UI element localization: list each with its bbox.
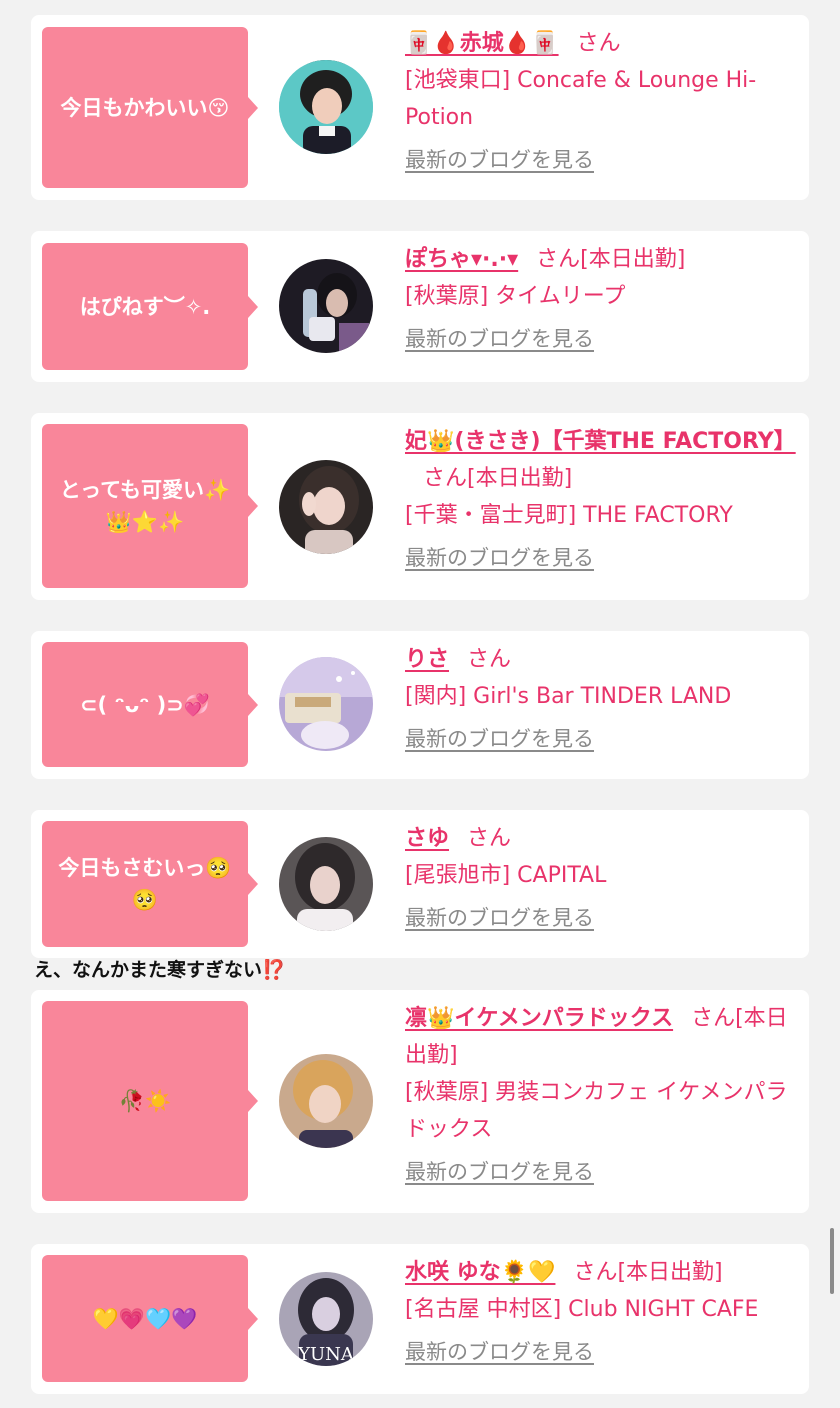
comment-bubble: ⊂( ᵔᴗᵔ )⊃💞 xyxy=(42,642,258,767)
shop-name: [秋葉原] タイムリープ xyxy=(405,284,626,309)
cast-name-link[interactable]: 🀄🩸赤城🩸🀄 xyxy=(405,31,559,56)
cast-honorific: さん xyxy=(576,31,621,56)
cast-info: りさ さん [関内] Girl's Bar TINDER LAND 最新のブログを… xyxy=(405,641,797,758)
cast-card: 💛💗🩵💜 YUNA 水咲 ゆな🌻💛 さん[本日出勤] [名古屋 中村区] Club… xyxy=(31,1244,809,1394)
photo-placeholder: YUNA xyxy=(279,1272,373,1366)
avatar[interactable]: YUNA xyxy=(279,1272,373,1366)
avatar[interactable] xyxy=(279,259,373,353)
cast-name-link[interactable]: 凛👑イケメンパラドックス xyxy=(405,1006,673,1031)
comment-text: 🥀☀️ xyxy=(118,1089,172,1113)
cast-card: 今日もさむいっ🥺🥺 さゆ さん [尾張旭市] CAPITAL 最新のブログを見る xyxy=(31,810,809,958)
photo-placeholder xyxy=(279,60,373,154)
blog-link[interactable]: 最新のブログを見る xyxy=(405,900,797,937)
blog-link[interactable]: 最新のブログを見る xyxy=(405,1334,797,1371)
cast-card: 今日もかわいい😚 🀄🩸赤城🩸🀄 さん [池袋東口] Concafe & Loung… xyxy=(31,15,809,200)
comment-text: ⊂( ᵔᴗᵔ )⊃💞 xyxy=(79,692,211,717)
comment-text: 今日もかわいい😚 xyxy=(60,95,230,120)
cast-card: ⊂( ᵔᴗᵔ )⊃💞 りさ さん [関内] Girl's Bar TINDER L… xyxy=(31,631,809,779)
cast-info: 水咲 ゆな🌻💛 さん[本日出勤] [名古屋 中村区] Club NIGHT CAF… xyxy=(405,1254,797,1371)
comment-text: はぴねす︶✧. xyxy=(79,294,211,319)
avatar[interactable] xyxy=(279,657,373,751)
comment-bubble: 今日もかわいい😚 xyxy=(42,27,258,188)
cast-name-link[interactable]: 妃👑(きさき)【千葉THE FACTORY】 xyxy=(405,429,796,454)
photo-placeholder xyxy=(279,837,373,931)
photo-placeholder xyxy=(279,259,373,353)
blog-link[interactable]: 最新のブログを見る xyxy=(405,721,797,758)
shop-name: [名古屋 中村区] Club NIGHT CAFE xyxy=(405,1297,759,1322)
cast-name-link[interactable]: りさ xyxy=(405,647,449,672)
overflow-comment-text: え、なんかまた寒すぎない⁉️ xyxy=(34,959,286,981)
cast-honorific: さん xyxy=(467,647,512,672)
cast-info: 凛👑イケメンパラドックス さん[本日出勤] [秋葉原] 男装コンカフェ イケメンパ… xyxy=(405,1000,797,1191)
shop-name: [関内] Girl's Bar TINDER LAND xyxy=(405,684,732,709)
avatar[interactable] xyxy=(279,1054,373,1148)
comment-bubble: 🥀☀️ xyxy=(42,1001,258,1201)
cast-honorific: さん[本日出勤] xyxy=(536,247,686,272)
cast-card: とっても可愛い✨👑⭐✨ 妃👑(きさき)【千葉THE FACTORY】さん[本日出… xyxy=(31,413,809,600)
cast-honorific: さん[本日出勤] xyxy=(573,1260,723,1285)
comment-bubble: とっても可愛い✨👑⭐✨ xyxy=(42,424,258,588)
scrollbar-thumb[interactable] xyxy=(830,1228,834,1294)
blog-link[interactable]: 最新のブログを見る xyxy=(405,1154,797,1191)
shop-name: [千葉・富士見町] THE FACTORY xyxy=(405,503,733,528)
shop-name: [池袋東口] Concafe & Lounge Hi-Potion xyxy=(405,68,757,130)
avatar[interactable] xyxy=(279,837,373,931)
photo-placeholder xyxy=(279,1054,373,1148)
cast-honorific: さん[本日出勤] xyxy=(423,466,573,491)
cast-name-link[interactable]: さゆ xyxy=(405,826,449,851)
shop-name: [尾張旭市] CAPITAL xyxy=(405,863,607,888)
cast-card: はぴねす︶✧. ぽちゃ▾·.·▾ さん[本日出勤] [秋葉原] タイムリープ 最新… xyxy=(31,231,809,382)
photo-placeholder xyxy=(279,460,373,554)
photo-placeholder xyxy=(279,657,373,751)
blog-link[interactable]: 最新のブログを見る xyxy=(405,142,797,179)
comment-bubble: 💛💗🩵💜 xyxy=(42,1255,258,1382)
cast-info: ぽちゃ▾·.·▾ さん[本日出勤] [秋葉原] タイムリープ 最新のブログを見る xyxy=(405,241,797,358)
comment-text: とっても可愛い✨👑⭐✨ xyxy=(59,478,231,534)
shop-name: [秋葉原] 男装コンカフェ イケメンパラドックス xyxy=(405,1080,788,1142)
cast-info: さゆ さん [尾張旭市] CAPITAL 最新のブログを見る xyxy=(405,820,797,937)
blog-link[interactable]: 最新のブログを見る xyxy=(405,540,797,577)
avatar-watermark: YUNA xyxy=(297,1344,355,1365)
cast-info: 🀄🩸赤城🩸🀄 さん [池袋東口] Concafe & Lounge Hi-Poti… xyxy=(405,25,797,179)
avatar[interactable] xyxy=(279,460,373,554)
avatar[interactable] xyxy=(279,60,373,154)
cast-card: 🥀☀️ 凛👑イケメンパラドックス さん[本日出勤] [秋葉原] 男装コンカフェ イ… xyxy=(31,990,809,1213)
comment-bubble: 今日もさむいっ🥺🥺 xyxy=(42,821,258,947)
cast-info: 妃👑(きさき)【千葉THE FACTORY】さん[本日出勤] [千葉・富士見町]… xyxy=(405,423,797,577)
cast-name-link[interactable]: ぽちゃ▾·.·▾ xyxy=(405,247,518,272)
comment-bubble: はぴねす︶✧. xyxy=(42,243,258,370)
comment-text: 今日もさむいっ🥺🥺 xyxy=(58,856,232,912)
cast-honorific: さん xyxy=(467,826,512,851)
blog-link[interactable]: 最新のブログを見る xyxy=(405,321,797,358)
comment-text: 💛💗🩵💜 xyxy=(92,1306,198,1331)
cast-name-link[interactable]: 水咲 ゆな🌻💛 xyxy=(405,1260,555,1285)
